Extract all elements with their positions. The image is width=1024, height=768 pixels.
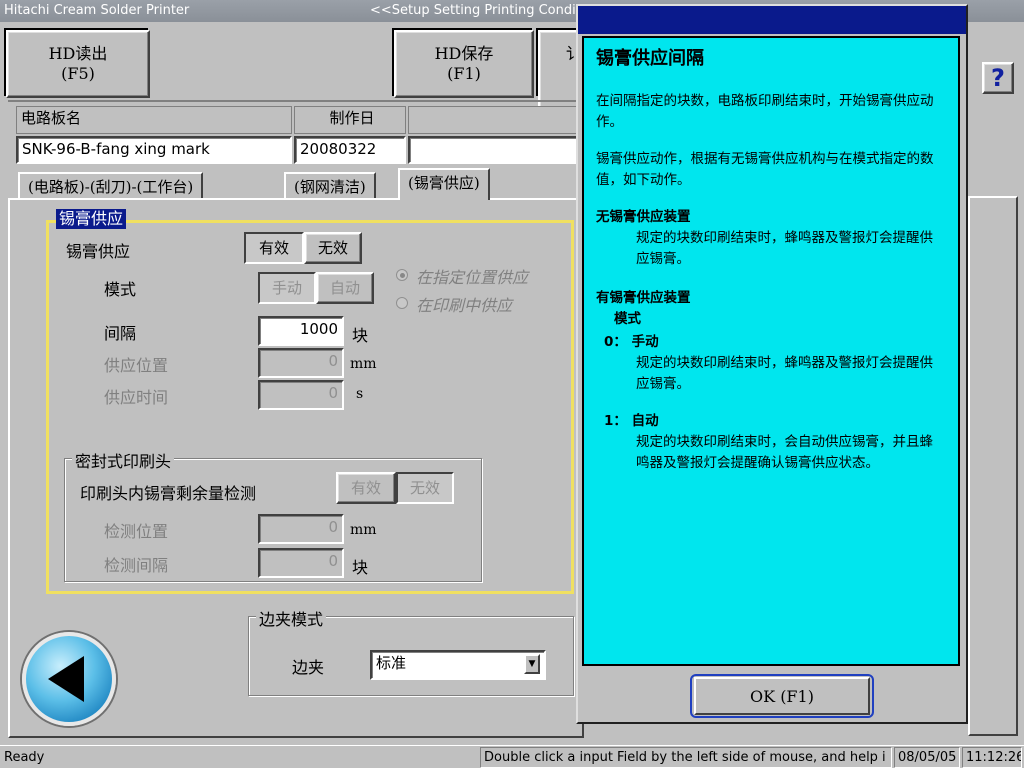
status-time: 11:12:26 [962, 747, 1022, 768]
ok-button[interactable]: OK (F1) [694, 677, 870, 715]
tab-stencil-cleaning[interactable]: (钢网清洁) [284, 172, 376, 200]
time-field[interactable]: 0 [258, 380, 344, 410]
back-button[interactable] [22, 632, 116, 726]
interval-field[interactable]: 1000 [258, 316, 344, 346]
help-para2: 锡膏供应动作，根据有无锡膏供应机构与在模式指定的数值，如下动作。 [596, 151, 934, 188]
help-opt1-text: 规定的块数印刷结束时，会自动供应锡膏，并且蜂鸣器及警报灯会提醒确认锡膏供应状态。 [636, 434, 933, 471]
supply-enable-button[interactable]: 有效 [244, 232, 304, 264]
hd-read-button[interactable]: HD读出 (F5) [6, 30, 150, 98]
help-has-device-heading: 有锡膏供应装置 [596, 290, 691, 306]
help-dialog: 锡膏供应间隔 在间隔指定的块数，电路板印刷结束时，开始锡膏供应动作。 锡膏供应动… [576, 4, 968, 724]
radio-during-print[interactable] [396, 297, 408, 309]
radio-fixed-position-label: 在指定位置供应 [416, 268, 529, 287]
help-no-device-text: 规定的块数印刷结束时，蜂鸣器及警报灯会提醒供应锡膏。 [636, 230, 933, 267]
back-arrow-icon [48, 656, 84, 702]
hd-read-label: HD读出 [48, 44, 108, 63]
status-date: 08/05/05 [894, 747, 960, 768]
board-name-label: 电路板名 [16, 106, 292, 134]
detect-disable-button[interactable]: 无效 [396, 472, 454, 504]
tab-board-squeegee-table[interactable]: (电路板)-(刮刀)-(工作台) [18, 172, 204, 200]
help-title: 锡膏供应间隔 [596, 48, 704, 69]
chevron-down-icon[interactable]: ▼ [524, 654, 540, 674]
right-panel-edge [968, 196, 1018, 736]
solder-supply-group-title: 锡膏供应 [56, 209, 127, 229]
clamp-select-value: 标准 [376, 654, 407, 672]
supply-label: 锡膏供应 [66, 242, 131, 261]
detect-position-field[interactable]: 0 [258, 514, 344, 544]
sealed-head-group-title: 密封式印刷头 [72, 448, 175, 472]
detect-interval-unit: 块 [352, 558, 369, 577]
help-dialog-titlebar [578, 6, 966, 34]
mode-manual-button[interactable]: 手动 [258, 272, 316, 304]
help-content: 锡膏供应间隔 在间隔指定的块数，电路板印刷结束时，开始锡膏供应动作。 锡膏供应动… [582, 36, 960, 666]
mode-label: 模式 [104, 280, 137, 299]
window-title: Hitachi Cream Solder Printer [4, 3, 190, 18]
help-mode-heading: 模式 [614, 311, 641, 327]
clamp-select[interactable]: 标准 [370, 650, 546, 680]
help-opt0-text: 规定的块数印刷结束时，蜂鸣器及警报灯会提醒供应锡膏。 [636, 355, 933, 392]
hd-read-key: (F5) [61, 64, 95, 83]
time-unit: s [356, 386, 364, 402]
hd-save-button[interactable]: HD保存 (F1) [394, 30, 534, 98]
help-button[interactable]: ? [982, 62, 1014, 94]
detect-interval-field[interactable]: 0 [258, 548, 344, 578]
clamp-mode-group-title: 边夹模式 [256, 606, 327, 630]
status-hint: Double click a input Field by the left s… [480, 747, 892, 768]
help-para1: 在间隔指定的块数，电路板印刷结束时，开始锡膏供应动作。 [596, 93, 934, 130]
status-text: Ready [4, 750, 45, 765]
date-label: 制作日 [294, 106, 406, 134]
position-label: 供应位置 [104, 356, 169, 375]
date-field[interactable]: 20080322 [294, 136, 406, 164]
hd-save-frame: HD保存 (F1) [392, 28, 534, 98]
detect-position-label: 检测位置 [104, 522, 169, 541]
hd-save-key: (F1) [447, 64, 481, 83]
question-icon: ? [991, 64, 1005, 92]
time-label: 供应时间 [104, 388, 169, 407]
help-opt0-label: 0： 手动 [604, 334, 659, 350]
position-unit: mm [350, 356, 377, 372]
position-field[interactable]: 0 [258, 348, 344, 378]
extra-field[interactable] [408, 136, 578, 164]
radio-fixed-position[interactable] [396, 269, 408, 281]
detect-label: 印刷头内锡膏剩余量检测 [80, 484, 257, 503]
help-opt1-label: 1： 自动 [604, 413, 659, 429]
board-name-field[interactable]: SNK-96-B-fang xing mark [16, 136, 292, 164]
hd-save-label: HD保存 [434, 44, 494, 63]
tab-solder-supply[interactable]: (锡膏供应) [398, 168, 490, 200]
window-subtitle: <<Setup Setting Printing Condit [370, 3, 581, 18]
detect-interval-label: 检测间隔 [104, 556, 169, 575]
hd-read-frame: HD读出 (F5) [4, 28, 150, 98]
help-no-device-heading: 无锡膏供应装置 [596, 209, 691, 225]
mode-auto-button[interactable]: 自动 [316, 272, 374, 304]
detect-position-unit: mm [350, 522, 377, 538]
radio-during-print-label: 在印刷中供应 [416, 296, 513, 315]
interval-unit: 块 [352, 326, 369, 345]
status-bar: Ready Double click a input Field by the … [0, 745, 1024, 768]
ok-button-frame: OK (F1) [690, 674, 874, 718]
header-extra-label [408, 106, 578, 134]
interval-label: 间隔 [104, 324, 137, 343]
supply-disable-button[interactable]: 无效 [304, 232, 362, 264]
detect-enable-button[interactable]: 有效 [336, 472, 396, 504]
clamp-label: 边夹 [292, 658, 325, 677]
